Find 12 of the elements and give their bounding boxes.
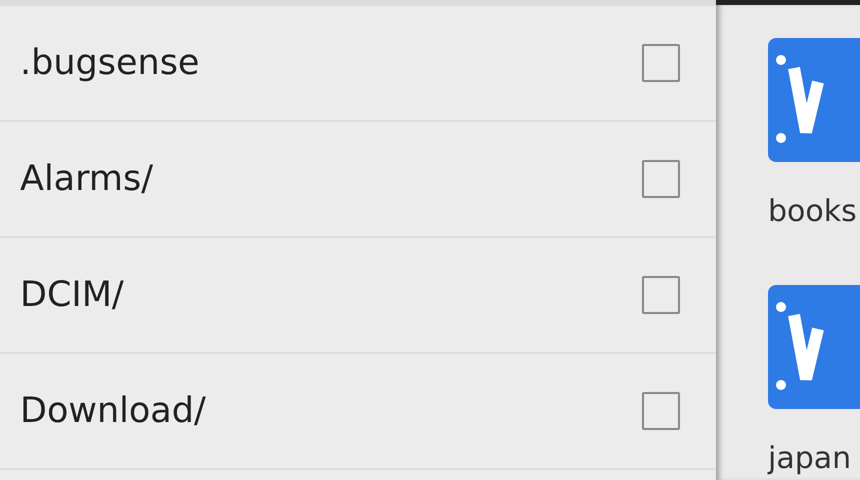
document-icon[interactable] [768,285,860,409]
file-label: japan [768,441,852,476]
file-label: books [768,194,857,229]
document-icon[interactable] [768,38,860,162]
checkbox[interactable] [642,160,680,198]
checkbox[interactable] [642,392,680,430]
checkbox[interactable] [642,276,680,314]
folder-name: DCIM/ [20,275,125,315]
folder-name: Download/ [20,391,207,431]
folder-name: Alarms/ [20,159,154,199]
checkbox[interactable] [642,44,680,82]
folder-name: .bugsense [20,43,200,83]
